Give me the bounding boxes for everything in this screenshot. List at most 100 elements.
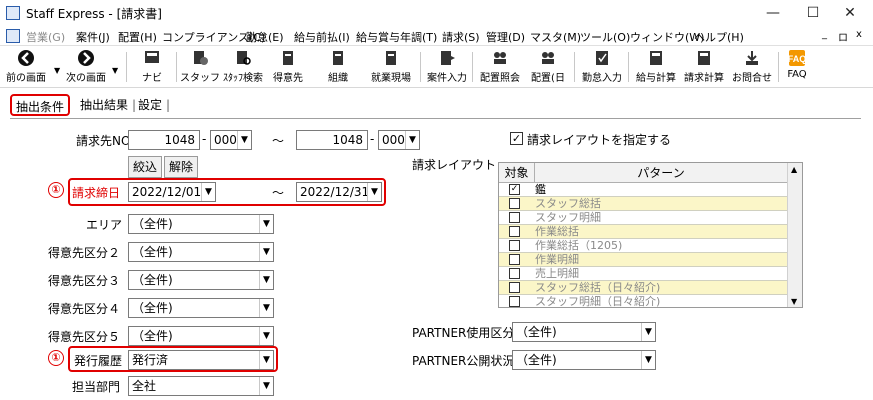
scroll-up-icon[interactable]: ▲: [791, 165, 797, 174]
placement-inquiry-icon: [494, 52, 506, 64]
navi-button[interactable]: ナビ: [132, 48, 172, 86]
layout-row-checkbox[interactable]: [509, 296, 520, 307]
inquiry-icon: [746, 51, 758, 65]
worksite-button[interactable]: 就業現場: [366, 48, 416, 86]
billing-no-label: 請求先NO: [76, 134, 131, 148]
layout-row-checkbox[interactable]: [509, 268, 520, 279]
menu-tools[interactable]: ツール(O): [580, 29, 630, 45]
menu-attendance[interactable]: 勤怠(E): [246, 29, 284, 45]
billing-no-to-input[interactable]: 1048: [296, 130, 368, 150]
menu-bar: 営業(G) 案件(J) 配置(H) コンプライアンス(C) 勤怠(E) 給与前払…: [0, 26, 873, 46]
layout-row-name: スタッフ明細（日々紹介): [535, 295, 661, 308]
menu-placement[interactable]: 配置(H): [118, 29, 157, 45]
range-separator: ～: [272, 186, 285, 200]
mdi-restore-button[interactable]: ロ: [838, 29, 848, 44]
customer-div5-select[interactable]: （全件) ▼: [128, 326, 274, 346]
dropdown-arrow-icon: ▼: [259, 377, 273, 395]
closing-date-to-input[interactable]: 2022/12/31 ▼: [296, 182, 382, 202]
placement-inquiry-button[interactable]: 配置照会: [476, 48, 524, 86]
closing-date-from-input[interactable]: 2022/12/01 ▼: [128, 182, 216, 202]
project-entry-button[interactable]: 案件入力: [424, 48, 470, 86]
layout-row[interactable]: スタッフ明細: [499, 211, 787, 225]
layout-row[interactable]: スタッフ明細（日々紹介): [499, 295, 787, 308]
specify-layout-checkbox[interactable]: ✓: [510, 132, 523, 145]
dropdown-arrow-icon: ▼: [405, 131, 419, 149]
issue-history-select[interactable]: 発行済 ▼: [128, 350, 274, 370]
clear-button[interactable]: 解除: [164, 156, 198, 178]
layout-list-scrollbar[interactable]: ▲ ▼: [787, 163, 802, 307]
partner-publish-select[interactable]: （全件) ▼: [512, 350, 656, 370]
menu-payroll-advance[interactable]: 給与前払(I): [294, 29, 350, 45]
payroll-calc-button[interactable]: 給与計算: [632, 48, 680, 86]
menu-admin[interactable]: 管理(D): [486, 29, 525, 45]
dropdown-arrow-icon: ▼: [259, 243, 273, 261]
menu-help[interactable]: ヘルプ(H): [694, 29, 744, 45]
department-label: 担当部門: [72, 380, 121, 394]
layout-row[interactable]: スタッフ総括: [499, 197, 787, 211]
maximize-button[interactable]: ☐: [795, 2, 831, 24]
partner-use-label: PARTNER使用区分: [412, 326, 515, 340]
staff-search-button[interactable]: ｽﾀｯﾌ検索: [220, 48, 266, 86]
menu-payroll[interactable]: 給与賞与年調(T): [356, 29, 437, 45]
billing-branch-to-select[interactable]: 000 ▼: [378, 130, 420, 150]
customer-button[interactable]: 得意先: [268, 48, 308, 86]
tab-extraction-results[interactable]: 抽出結果: [80, 94, 128, 116]
customer-div2-label: 得意先区分２: [48, 246, 121, 260]
layout-row-checkbox[interactable]: [509, 254, 520, 265]
back-arrow-icon: [18, 50, 34, 66]
narrow-button[interactable]: 絞込: [128, 156, 162, 178]
title-bar: Staff Express - [請求書] — ☐ ✕: [0, 0, 873, 26]
tab-settings[interactable]: 設定: [138, 94, 162, 116]
layout-row-checkbox[interactable]: [509, 282, 520, 293]
layout-row-checkbox[interactable]: [509, 240, 520, 251]
menu-sales[interactable]: 営業(G): [26, 29, 65, 45]
layout-row-name: 鑑: [535, 183, 546, 196]
dropdown-arrow-icon: ▼: [367, 183, 381, 201]
layout-row[interactable]: スタッフ総括（日々紹介): [499, 281, 787, 295]
prev-screen-button[interactable]: 前の画面: [2, 48, 50, 86]
scroll-down-icon[interactable]: ▼: [791, 297, 797, 306]
menu-project[interactable]: 案件(J): [76, 29, 110, 45]
customer-div4-select[interactable]: （全件) ▼: [128, 298, 274, 318]
partner-use-select[interactable]: （全件) ▼: [512, 322, 656, 342]
next-dropdown-icon[interactable]: ▼: [112, 66, 118, 75]
next-screen-button[interactable]: 次の画面: [62, 48, 110, 86]
layout-row[interactable]: 売上明細: [499, 267, 787, 281]
layout-row-name: 売上明細: [535, 267, 579, 280]
range-separator: ～: [272, 134, 285, 148]
layout-row-checkbox[interactable]: ✓: [509, 184, 520, 195]
area-select[interactable]: （全件) ▼: [128, 214, 274, 234]
layout-row[interactable]: 作業総括: [499, 225, 787, 239]
faq-button[interactable]: FAQ FAQ: [782, 48, 812, 86]
department-select[interactable]: 全社 ▼: [128, 376, 274, 396]
organization-button[interactable]: 組織: [318, 48, 358, 86]
tab-extraction-conditions[interactable]: 抽出条件: [10, 94, 71, 116]
layout-row-name: スタッフ明細: [535, 211, 601, 224]
layout-row-checkbox[interactable]: [509, 212, 520, 223]
svg-text:FAQ: FAQ: [788, 54, 806, 64]
minimize-button[interactable]: —: [755, 2, 791, 24]
layout-row-checkbox[interactable]: [509, 198, 520, 209]
billing-no-from-input[interactable]: 1048: [128, 130, 200, 150]
mdi-minimize-button[interactable]: _: [822, 29, 827, 40]
close-button[interactable]: ✕: [832, 2, 868, 24]
layout-list[interactable]: 対象 パターン ✓ 鑑スタッフ総括 スタッフ明細 作業総括 作業総括（1205) 作業明細…: [498, 162, 803, 308]
placement-daily-button[interactable]: 配置(日: [526, 48, 570, 86]
prev-dropdown-icon[interactable]: ▼: [54, 66, 60, 75]
staff-button[interactable]: スタッフ: [180, 48, 220, 86]
menu-master[interactable]: マスタ(M): [530, 29, 581, 45]
column-target-header: 対象: [499, 163, 535, 183]
inquiry-button[interactable]: お問合せ: [728, 48, 776, 86]
layout-row-checkbox[interactable]: [509, 226, 520, 237]
layout-row[interactable]: 作業総括（1205): [499, 239, 787, 253]
menu-billing[interactable]: 請求(S): [442, 29, 480, 45]
customer-div3-select[interactable]: （全件) ▼: [128, 270, 274, 290]
billing-branch-from-select[interactable]: 000 ▼: [210, 130, 252, 150]
billing-calc-button[interactable]: 請求計算: [680, 48, 728, 86]
layout-row[interactable]: 作業明細: [499, 253, 787, 267]
customer-div2-select[interactable]: （全件) ▼: [128, 242, 274, 262]
layout-row[interactable]: ✓ 鑑: [499, 183, 787, 197]
dropdown-arrow-icon: ▼: [237, 131, 251, 149]
mdi-close-button[interactable]: x: [856, 29, 862, 40]
attendance-entry-button[interactable]: 勤怠入力: [578, 48, 626, 86]
